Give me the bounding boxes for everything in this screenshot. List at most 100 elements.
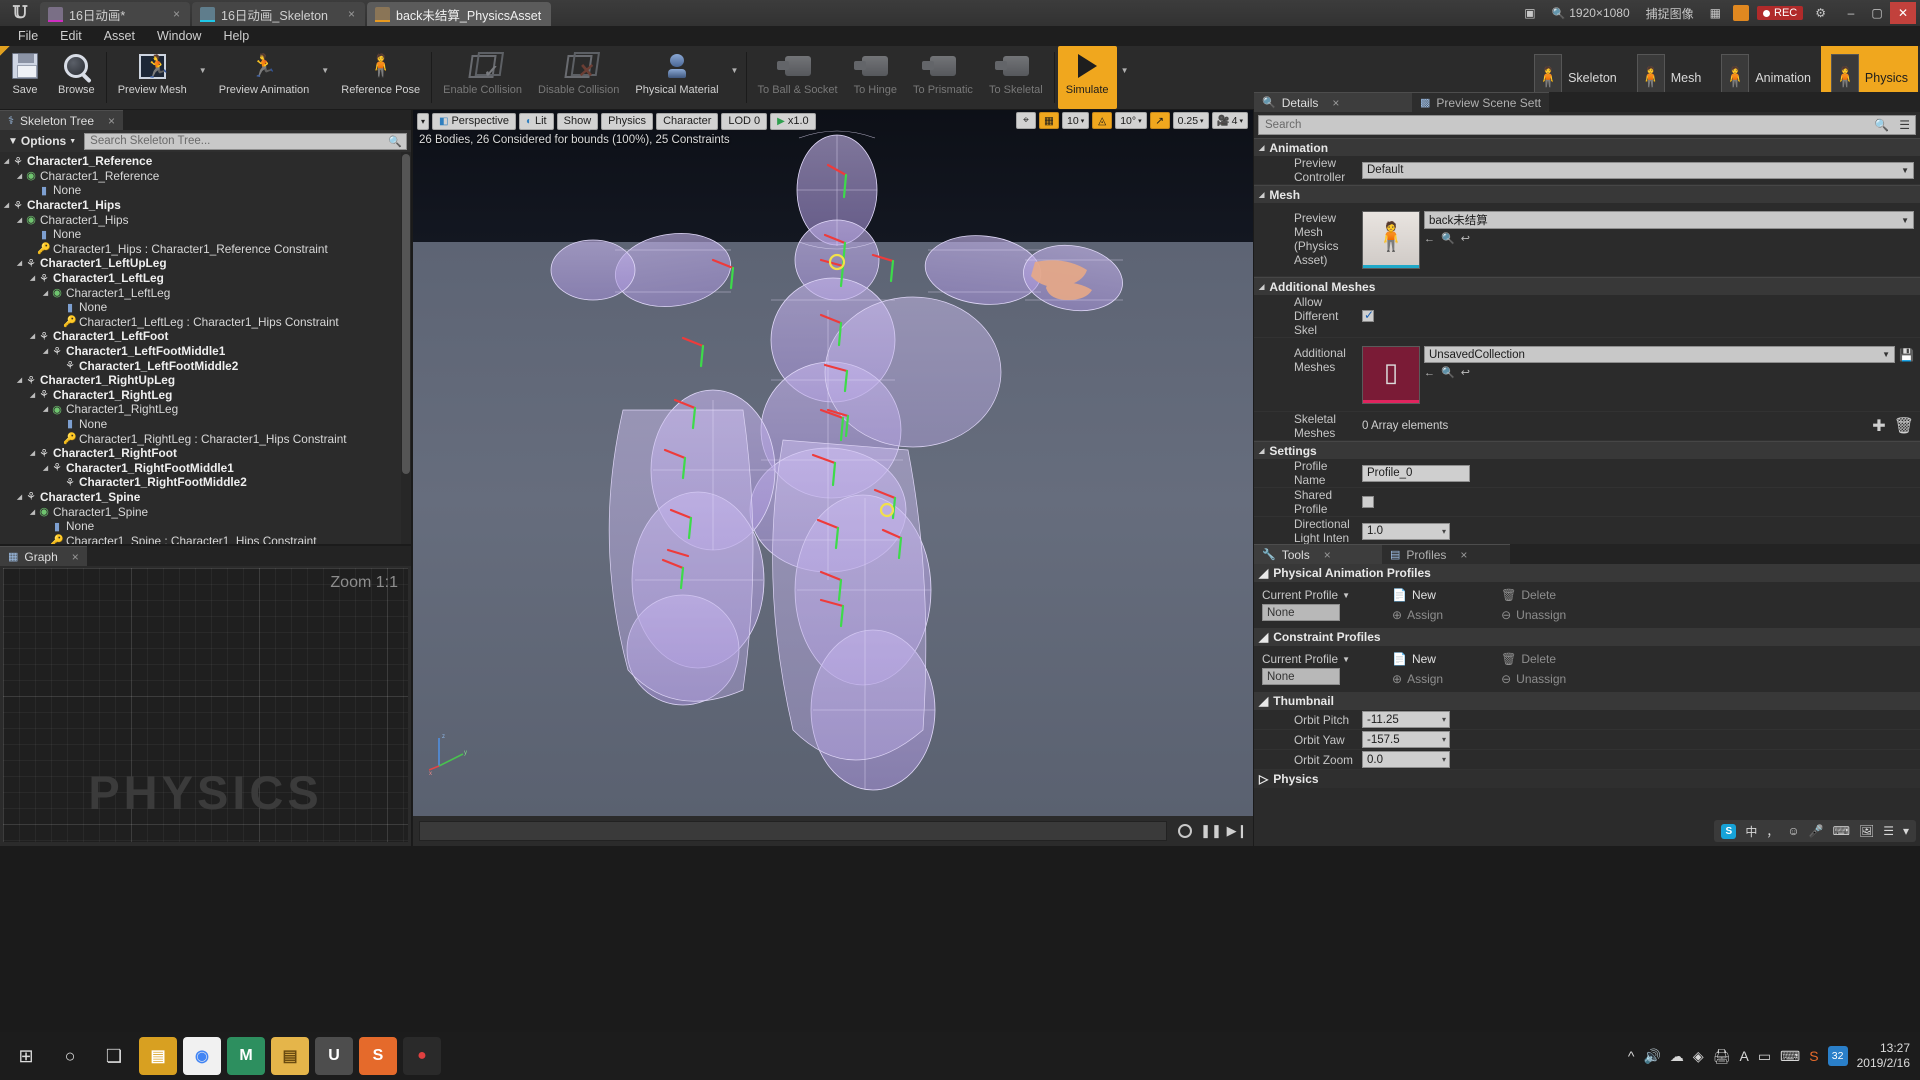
- grid-size-value[interactable]: 10 ▾: [1062, 112, 1090, 129]
- start-button[interactable]: ⊞: [6, 1036, 46, 1076]
- menu-window[interactable]: Window: [147, 27, 211, 45]
- skeleton-tree-row[interactable]: ◢ ⚘ Character1_RightFootMiddle1: [0, 460, 401, 475]
- expand-arrow-icon[interactable]: ◢: [41, 347, 50, 355]
- browse-asset-icon[interactable]: 🔍: [1441, 232, 1455, 245]
- preview-mesh-button[interactable]: 🏃 Preview Mesh: [110, 46, 195, 109]
- viewport-perspective-menu[interactable]: ◧ Perspective: [432, 112, 516, 130]
- cloud-icon[interactable]: ☁: [1670, 1048, 1684, 1065]
- directional-light-intensity-field[interactable]: 1.0 ▾: [1362, 522, 1450, 540]
- viewport-playrate-menu[interactable]: ▶ x1.0: [770, 112, 816, 130]
- tray-expand-icon[interactable]: ^: [1628, 1048, 1635, 1064]
- browse-button[interactable]: Browse: [50, 46, 103, 109]
- close-icon[interactable]: ×: [1324, 548, 1331, 562]
- skeleton-tree-row[interactable]: ◢ ◉ Character1_Reference: [0, 169, 401, 184]
- scale-size-value[interactable]: 0.25 ▾: [1172, 112, 1209, 129]
- physanim-assign-button[interactable]: ⊕ Assign: [1392, 608, 1443, 622]
- ime-keyboard-icon[interactable]: ⌨: [1833, 824, 1850, 838]
- ime-voice-icon[interactable]: 🎤: [1809, 824, 1824, 838]
- list-view-icon[interactable]: ☰: [1899, 118, 1910, 132]
- physanim-unassign-button[interactable]: ⊖ Unassign: [1501, 608, 1566, 622]
- camera-speed-value[interactable]: 🎥 4 ▾: [1211, 112, 1248, 129]
- expand-arrow-icon[interactable]: ◢: [15, 259, 24, 267]
- skeleton-tree-row[interactable]: ◢ ⚘ Character1_LeftFoot: [0, 329, 401, 344]
- viewport-lighting-menu[interactable]: ◐ Lit: [518, 112, 554, 130]
- search-icon[interactable]: ○: [50, 1036, 90, 1076]
- scale-snap-icon[interactable]: ↗: [1149, 112, 1170, 129]
- category-settings[interactable]: ◢ Settings: [1254, 441, 1920, 459]
- to-hinge-button[interactable]: To Hinge: [846, 46, 905, 109]
- ime-image-icon[interactable]: 🖼: [1859, 824, 1874, 838]
- capture-settings-icon[interactable]: ⚙: [1811, 6, 1830, 20]
- display-icon[interactable]: ▭: [1758, 1048, 1771, 1065]
- viewport-lod-menu[interactable]: LOD 0: [721, 112, 768, 130]
- physanim-new-button[interactable]: 📄 New: [1392, 588, 1443, 602]
- constraint-unassign-button[interactable]: ⊖ Unassign: [1501, 672, 1566, 686]
- physanim-delete-button[interactable]: 🗑 Delete: [1501, 588, 1566, 602]
- skeleton-tree-row[interactable]: ◢ ⚘ Character1_LeftFootMiddle1: [0, 344, 401, 359]
- capture-more-icon[interactable]: ▦: [1706, 6, 1725, 20]
- pause-button[interactable]: ❚❚: [1200, 821, 1222, 841]
- minimize-button[interactable]: –: [1838, 2, 1864, 24]
- simulate-dropdown-icon[interactable]: ▼: [1117, 46, 1133, 109]
- additional-meshes-thumbnail[interactable]: ▯: [1362, 346, 1420, 404]
- constraint-assign-button[interactable]: ⊕ Assign: [1392, 672, 1443, 686]
- skeleton-tree-scrollbar[interactable]: [401, 152, 411, 544]
- section-thumbnail[interactable]: ◢ Thumbnail: [1254, 692, 1920, 710]
- preview-mesh-asset-combo[interactable]: back未结算 ▼: [1424, 211, 1914, 229]
- chevron-down-icon[interactable]: ▼: [1342, 655, 1350, 664]
- viewport-options-menu[interactable]: ▾: [417, 112, 430, 130]
- tab-graph[interactable]: ▦ Graph ×: [0, 546, 87, 566]
- allow-different-skeletons-checkbox[interactable]: [1362, 308, 1374, 322]
- capture-image-button[interactable]: 捕捉图像: [1642, 5, 1698, 22]
- skeleton-tree-row[interactable]: ▮ None: [0, 519, 401, 534]
- taskbar-app-sogou[interactable]: S: [358, 1036, 398, 1076]
- asset-tab-physics[interactable]: back未结算_PhysicsAsset: [367, 2, 552, 26]
- maximize-button[interactable]: ▢: [1864, 2, 1890, 24]
- save-button[interactable]: Save: [0, 46, 50, 109]
- angle-size-value[interactable]: 10° ▾: [1115, 112, 1147, 129]
- expand-arrow-icon[interactable]: ◢: [2, 157, 11, 165]
- category-animation[interactable]: ◢ Animation: [1254, 138, 1920, 156]
- ime-emoji-icon[interactable]: ☺: [1787, 824, 1799, 838]
- physical-material-dropdown-icon[interactable]: ▼: [727, 46, 743, 109]
- skeleton-tree-row[interactable]: ◢ ◉ Character1_Spine: [0, 504, 401, 519]
- browse-asset-icon[interactable]: 🔍: [1441, 366, 1455, 379]
- expand-arrow-icon[interactable]: ◢: [2, 201, 11, 209]
- capture-resolution[interactable]: 🔍 1920×1080: [1548, 6, 1634, 20]
- skeleton-tree-row[interactable]: 🔑 Character1_Spine : Character1_Hips Cons…: [0, 533, 401, 544]
- scrollbar-thumb[interactable]: [402, 154, 410, 474]
- details-search-input[interactable]: Search 🔍 ☰: [1258, 115, 1916, 135]
- skeleton-tree-row[interactable]: ◢ ◉ Character1_LeftLeg: [0, 285, 401, 300]
- skeleton-tree-row[interactable]: 🔑 Character1_LeftLeg : Character1_Hips Co…: [0, 315, 401, 330]
- expand-arrow-icon[interactable]: ◢: [15, 216, 24, 224]
- skeleton-tree-row[interactable]: 🔑 Character1_RightLeg : Character1_Hips C…: [0, 431, 401, 446]
- skeleton-tree-row[interactable]: ▮ None: [0, 183, 401, 198]
- add-array-element-icon[interactable]: ✚: [1872, 416, 1885, 436]
- task-view-icon[interactable]: ❏: [94, 1036, 134, 1076]
- save-collection-icon[interactable]: 💾: [1899, 348, 1914, 362]
- category-mesh[interactable]: ◢ Mesh: [1254, 185, 1920, 203]
- options-button[interactable]: ▼ Options ▼: [4, 134, 80, 148]
- tab-preview-scene-settings[interactable]: ▩ Preview Scene Sett: [1412, 92, 1550, 112]
- close-icon[interactable]: ×: [159, 7, 180, 21]
- viewport-show-menu[interactable]: Show: [556, 112, 599, 130]
- to-skeletal-button[interactable]: To Skeletal: [981, 46, 1051, 109]
- skeleton-tree-row[interactable]: ◢ ⚘ Character1_RightUpLeg: [0, 373, 401, 388]
- network-icon[interactable]: ◈: [1693, 1048, 1704, 1065]
- asset-tab-animation[interactable]: 16日动画* ×: [40, 2, 190, 26]
- preview-controller-combo[interactable]: Default ▼: [1362, 161, 1914, 179]
- ime-mode-chinese[interactable]: 中: [1745, 823, 1757, 840]
- viewport-physics-menu[interactable]: Physics: [601, 112, 654, 130]
- skeleton-tree-row[interactable]: ◢ ⚘ Character1_LeftLeg: [0, 271, 401, 286]
- expand-arrow-icon[interactable]: ◢: [28, 449, 37, 457]
- section-constraint-profiles[interactable]: ◢ Constraint Profiles: [1254, 628, 1920, 646]
- close-icon[interactable]: ×: [72, 550, 79, 564]
- volume-icon[interactable]: 🔊: [1643, 1048, 1660, 1065]
- record-button[interactable]: [1175, 821, 1195, 841]
- tab-tools[interactable]: 🔧 Tools ×: [1254, 544, 1382, 564]
- taskbar-app-chrome[interactable]: ◉: [182, 1036, 222, 1076]
- capture-region-icon[interactable]: ▣: [1520, 6, 1539, 20]
- preview-mesh-dropdown-icon[interactable]: ▼: [195, 46, 211, 109]
- printer-icon[interactable]: 🖨: [1713, 1048, 1731, 1065]
- skeleton-tree-row[interactable]: ◢ ⚘ Character1_Hips: [0, 198, 401, 213]
